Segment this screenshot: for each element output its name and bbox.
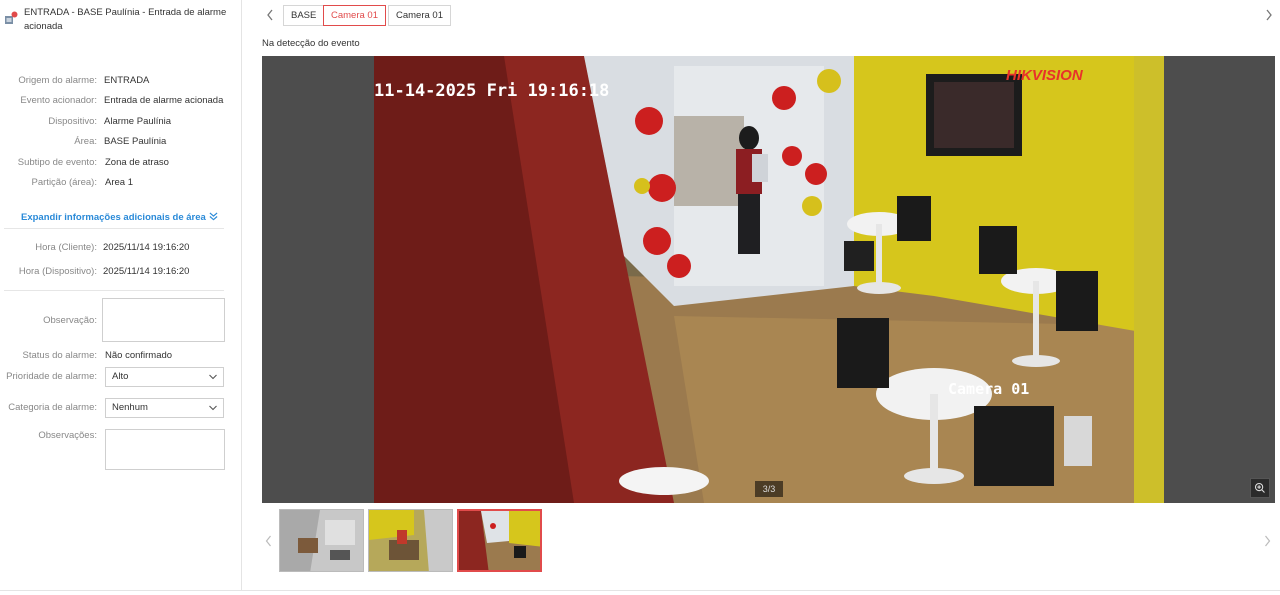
detail-label: Partição (área): xyxy=(31,177,97,188)
detail-row: Origem do alarme: ENTRADA xyxy=(0,74,240,88)
image-viewer[interactable]: 11-14-2025 Fri 19:16:18 Camera 01 HIKVIS… xyxy=(262,56,1275,503)
detail-row: Subtipo de evento: Zona de atraso xyxy=(0,156,240,170)
detail-label: Origem do alarme: xyxy=(18,75,97,86)
time-row: Hora (Cliente): 2025/11/14 19:16:20 xyxy=(0,241,240,255)
time-value: 2025/11/14 19:16:20 xyxy=(103,242,190,253)
detail-row: Dispositivo: Alarme Paulínia xyxy=(0,115,240,129)
thumbnail-image xyxy=(459,511,540,570)
chevron-down-icon xyxy=(209,405,217,411)
time-label: Hora (Dispositivo): xyxy=(18,266,97,277)
detail-value: Alarme Paulínia xyxy=(104,116,172,127)
category-label: Categoria de alarme: xyxy=(8,402,97,413)
thumbnails-next-icon[interactable] xyxy=(1264,535,1271,547)
status-label: Status do alarme: xyxy=(22,350,97,361)
expand-area-info-label: Expandir informações adicionais de área xyxy=(21,212,206,223)
zoom-in-icon[interactable] xyxy=(1250,478,1270,498)
observation-label: Observação: xyxy=(43,315,97,326)
camera-scene: 11-14-2025 Fri 19:16:18 Camera 01 HIKVIS… xyxy=(374,56,1164,503)
detail-value: Entrada de alarme acionada xyxy=(104,95,224,106)
osd-camera-name: Camera 01 xyxy=(948,380,1029,398)
priority-select[interactable]: Alto xyxy=(105,367,224,387)
alarm-device-icon xyxy=(5,11,18,24)
chevron-right-icon[interactable] xyxy=(1265,9,1273,21)
time-value: 2025/11/14 19:16:20 xyxy=(103,266,190,277)
detail-label: Área: xyxy=(74,136,97,147)
brand-logo: HIKVISION xyxy=(1006,67,1084,84)
viewer-caption: Na detecção do evento xyxy=(262,38,360,49)
detail-value: ENTRADA xyxy=(104,75,150,86)
detail-value: BASE Paulínia xyxy=(104,136,167,147)
detail-label: Subtipo de evento: xyxy=(17,157,97,168)
camera-snapshot: 11-14-2025 Fri 19:16:18 Camera 01 HIKVIS… xyxy=(374,56,1164,503)
section-divider xyxy=(4,290,224,291)
detail-row: Evento acionador: Entrada de alarme acio… xyxy=(0,94,240,108)
status-value: Não confirmado xyxy=(105,350,173,361)
bottom-divider xyxy=(0,590,1280,591)
chevron-down-icon xyxy=(209,374,217,380)
priority-selected-value: Alto xyxy=(112,371,129,382)
section-divider xyxy=(4,228,224,229)
double-chevron-down-icon xyxy=(209,212,218,221)
detail-row: Área: BASE Paulínia xyxy=(0,135,240,149)
time-row: Hora (Dispositivo): 2025/11/14 19:16:20 xyxy=(0,265,240,279)
chevron-left-icon[interactable] xyxy=(266,9,274,21)
alarm-details-panel: ENTRADA - BASE Paulínia - Entrada de ala… xyxy=(0,0,242,590)
thumbnail-1[interactable] xyxy=(279,509,364,572)
osd-timestamp: 11-14-2025 Fri 19:16:18 xyxy=(374,81,609,101)
image-counter: 3/3 xyxy=(755,481,783,497)
tab-base[interactable]: BASE xyxy=(283,5,325,26)
category-selected-value: Nenhum xyxy=(112,402,148,413)
observation-textarea[interactable] xyxy=(102,298,225,342)
observations-label: Observações: xyxy=(38,430,97,441)
expand-area-info-link[interactable]: Expandir informações adicionais de área xyxy=(21,211,218,225)
detail-row: Partição (área): Area 1 xyxy=(0,176,240,190)
detail-label: Evento acionador: xyxy=(20,95,97,106)
detail-label: Dispositivo: xyxy=(48,116,97,127)
thumbnails-prev-icon[interactable] xyxy=(265,535,272,547)
category-select[interactable]: Nenhum xyxy=(105,398,224,418)
tab-camera-01-active[interactable]: Camera 01 xyxy=(323,5,386,26)
tab-camera-01[interactable]: Camera 01 xyxy=(388,5,451,26)
thumbnail-3-active[interactable] xyxy=(457,509,542,572)
thumbnail-2[interactable] xyxy=(368,509,453,572)
detail-value: Area 1 xyxy=(105,177,133,188)
priority-label: Prioridade de alarme: xyxy=(6,371,97,382)
thumbnail-image xyxy=(369,510,452,571)
observations-textarea[interactable] xyxy=(105,429,225,470)
time-label: Hora (Cliente): xyxy=(35,242,97,253)
detail-value: Zona de atraso xyxy=(105,157,169,168)
alarm-title: ENTRADA - BASE Paulínia - Entrada de ala… xyxy=(24,7,227,32)
status-row: Status do alarme: Não confirmado xyxy=(0,349,240,363)
thumbnail-image xyxy=(280,510,363,571)
